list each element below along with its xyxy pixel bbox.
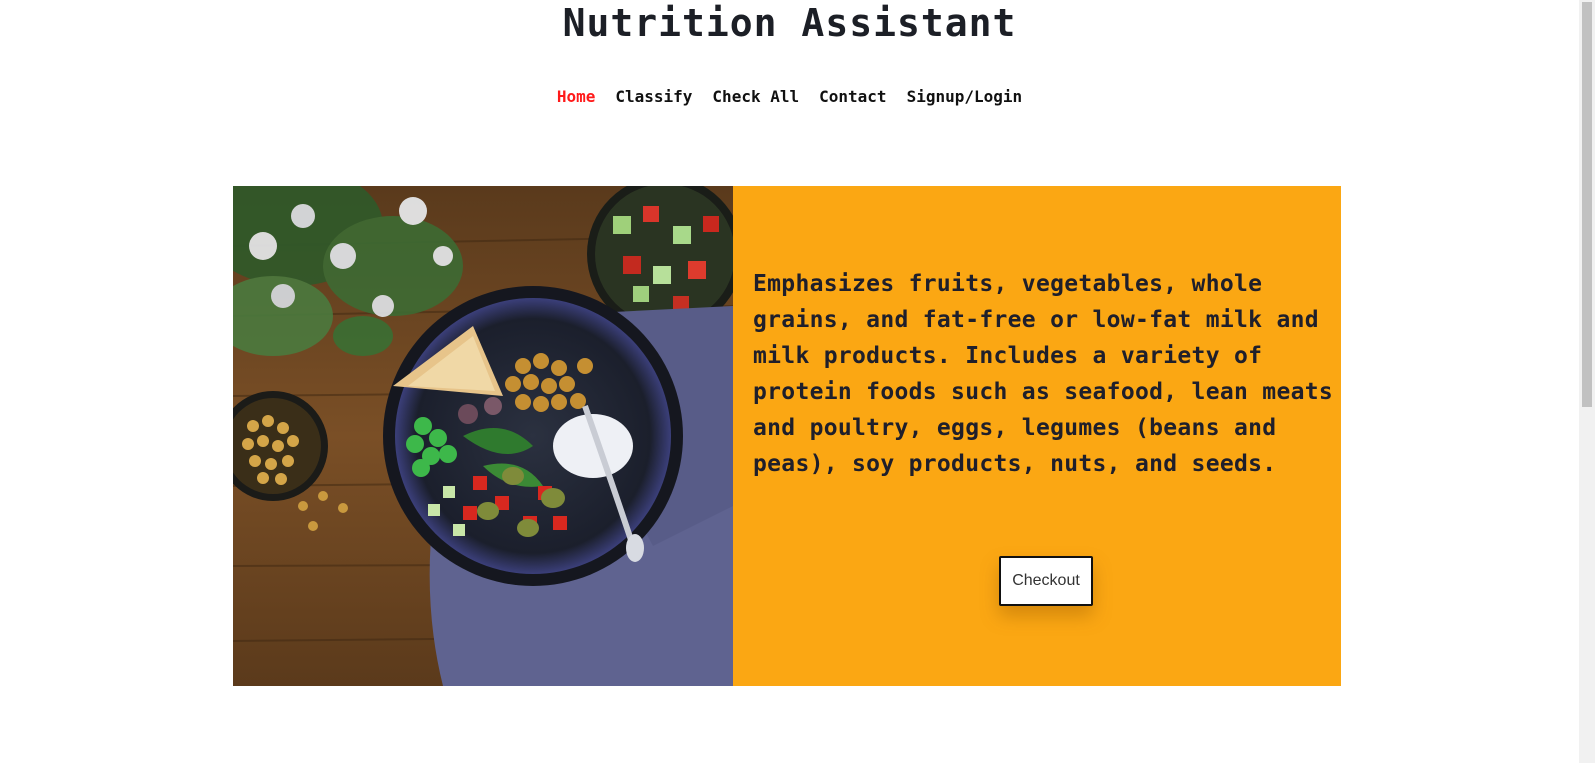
- nav-check-all-link[interactable]: Check All: [712, 86, 799, 108]
- site-title: Nutrition Assistant: [562, 1, 1017, 45]
- hero-food-image: [233, 186, 733, 686]
- hero-description: Emphasizes fruits, vegetables, whole gra…: [753, 271, 1334, 477]
- checkout-button[interactable]: Checkout: [999, 556, 1093, 606]
- nav-classify-link[interactable]: Classify: [615, 86, 692, 108]
- hero-info-panel: Emphasizes fruits, vegetables, whole gra…: [733, 186, 1341, 686]
- salad-bowl-illustration: [233, 186, 733, 686]
- hero-section: Emphasizes fruits, vegetables, whole gra…: [233, 186, 1341, 686]
- scrollbar-thumb[interactable]: [1582, 2, 1592, 407]
- main-nav: Home Classify Check All Contact Signup/L…: [0, 86, 1579, 108]
- nav-home-link[interactable]: Home: [557, 86, 596, 108]
- nav-signup-login-link[interactable]: Signup/Login: [907, 86, 1023, 108]
- page-scrollbar[interactable]: [1579, 0, 1595, 763]
- nav-contact-link[interactable]: Contact: [819, 86, 886, 108]
- page: Nutrition Assistant Home Classify Check …: [0, 0, 1595, 763]
